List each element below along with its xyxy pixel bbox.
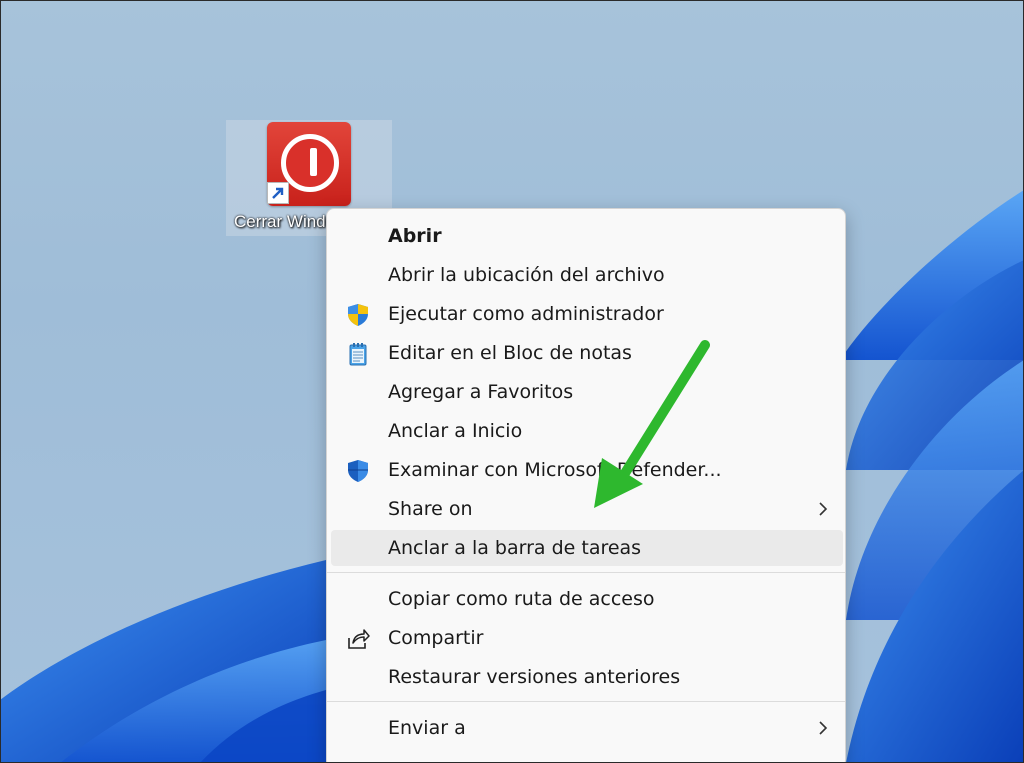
menu-item-share-on[interactable]: Share on [331, 491, 843, 527]
menu-item-label: Anclar a la barra de tareas [388, 537, 642, 559]
menu-item-copiar-ruta[interactable]: Copiar como ruta de acceso [331, 581, 843, 617]
context-menu: Abrir Abrir la ubicación del archivo Eje… [326, 208, 846, 763]
defender-shield-icon [348, 460, 368, 482]
menu-item-label: Abrir [388, 225, 442, 247]
menu-separator [327, 701, 845, 702]
menu-item-label: Compartir [388, 627, 484, 649]
power-ring [281, 134, 339, 192]
desktop: Cerrar Windows Abrir Abrir la ubicación … [0, 0, 1024, 763]
chevron-right-icon [819, 721, 828, 735]
uac-shield-icon [348, 304, 368, 326]
menu-item-label: Abrir la ubicación del archivo [388, 264, 665, 286]
menu-item-abrir-ubicacion[interactable]: Abrir la ubicación del archivo [331, 257, 843, 293]
menu-item-label: Share on [388, 498, 473, 520]
menu-item-label: Restaurar versiones anteriores [388, 666, 681, 688]
menu-item-label: Enviar a [388, 717, 466, 739]
menu-item-anclar-barra-tareas[interactable]: Anclar a la barra de tareas [331, 530, 843, 566]
share-icon [348, 629, 370, 649]
menu-item-anclar-inicio[interactable]: Anclar a Inicio [331, 413, 843, 449]
notepad-icon [349, 343, 367, 366]
menu-item-label: Examinar con Microsoft Defender... [388, 459, 722, 481]
menu-item-label: Copiar como ruta de acceso [388, 588, 655, 610]
shortcut-arrow-icon [267, 182, 289, 204]
menu-item-restaurar-versiones[interactable]: Restaurar versiones anteriores [331, 659, 843, 695]
menu-item-agregar-favoritos[interactable]: Agregar a Favoritos [331, 374, 843, 410]
menu-item-label: Anclar a Inicio [388, 420, 523, 442]
menu-item-abrir[interactable]: Abrir [331, 218, 843, 254]
menu-item-compartir[interactable]: Compartir [331, 620, 843, 656]
menu-item-editar-bloc-notas[interactable]: Editar en el Bloc de notas [331, 335, 843, 371]
menu-item-label: Agregar a Favoritos [388, 381, 574, 403]
menu-item-enviar-a[interactable]: Enviar a [331, 710, 843, 746]
menu-item-label: Ejecutar como administrador [388, 303, 664, 325]
menu-item-examinar-defender[interactable]: Examinar con Microsoft Defender... [331, 452, 843, 488]
chevron-right-icon [819, 502, 828, 516]
power-bar [310, 148, 317, 176]
menu-item-ejecutar-admin[interactable]: Ejecutar como administrador [331, 296, 843, 332]
menu-separator [327, 572, 845, 573]
menu-item-label: Editar en el Bloc de notas [388, 342, 632, 364]
